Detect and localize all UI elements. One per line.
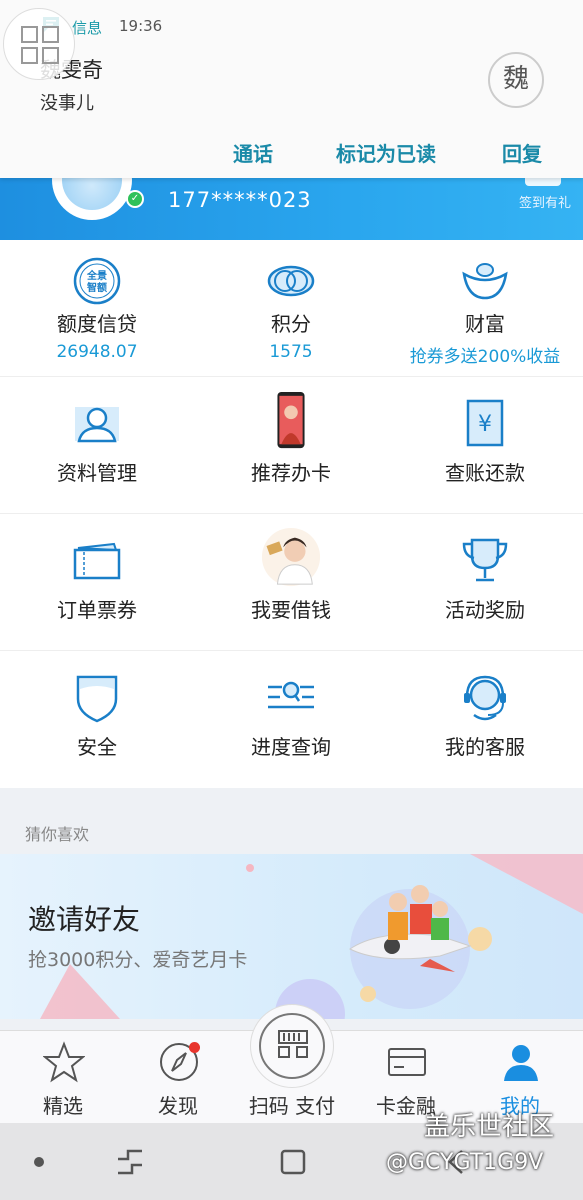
grid-item-progress[interactable]: 进度查询 — [194, 651, 388, 788]
verified-check-icon: ✓ — [126, 190, 144, 208]
person-icon — [504, 1045, 538, 1081]
sign-in-gift-button[interactable]: 签到有礼 — [519, 192, 571, 211]
grid-item-label: 额度信贷 — [57, 312, 137, 336]
person-photo-icon — [261, 527, 321, 587]
headset-icon — [464, 675, 506, 721]
message-notification[interactable]: 信息 19:36 魏雯奇 没事儿 魏 通话 标记为已读 回复 — [0, 0, 583, 178]
banner-subtitle: 抢3000积分、爱奇艺月卡 — [28, 949, 248, 971]
notification-message: 没事儿 — [40, 93, 94, 114]
wealth-promo: 抢券多送200%收益 — [409, 347, 561, 367]
services-row: 全景 智额 额度信贷 26948.07 积分 1575 财富 抢券多送200%收… — [0, 240, 583, 377]
call-action-button[interactable]: 通话 — [233, 138, 273, 167]
credit-value: 26948.07 — [56, 342, 138, 362]
user-profile-icon — [75, 407, 119, 443]
grid-item-label: 活动奖励 — [445, 598, 525, 622]
card-icon — [388, 1048, 426, 1076]
sender-avatar: 魏 — [488, 52, 544, 108]
notification-dot — [189, 1042, 200, 1053]
grid-item-label: 我的客服 — [445, 735, 525, 759]
trophy-icon — [462, 538, 508, 582]
services-grid: 全景 智额 额度信贷 26948.07 积分 1575 财富 抢券多送200%收… — [0, 240, 583, 788]
dot-icon[interactable] — [34, 1157, 44, 1167]
grid-item-bill[interactable]: ¥ 查账还款 — [388, 377, 582, 514]
grid-item-security[interactable]: 安全 — [0, 651, 194, 788]
reply-action-button[interactable]: 回复 — [502, 138, 542, 167]
grid-item-rewards[interactable]: 活动奖励 — [388, 514, 582, 651]
recent-apps-icon[interactable] — [114, 1147, 146, 1177]
grid-item-points[interactable]: 积分 1575 — [194, 240, 388, 377]
grid-item-credit[interactable]: 全景 智额 额度信贷 26948.07 — [0, 240, 194, 377]
notification-app-name: 信息 — [72, 19, 103, 37]
scan-button[interactable] — [250, 1004, 334, 1088]
services-row: 订单票券 我要借钱 活动奖励 — [0, 514, 583, 651]
nav-label: 扫码 支付 — [248, 1094, 336, 1118]
panorama-credit-icon: 全景 智额 — [73, 257, 121, 305]
invite-friends-banner[interactable]: 邀请好友 抢3000积分、爱奇艺月卡 — [0, 854, 583, 1019]
watermark-community: 盖乐世社区 — [424, 1112, 555, 1142]
nav-discover[interactable]: 发现 — [120, 1031, 236, 1124]
grid-item-service[interactable]: 我的客服 — [388, 651, 582, 788]
bill-yen-icon: ¥ — [466, 399, 504, 447]
grid-item-label: 推荐办卡 — [251, 461, 331, 485]
floating-grid-button[interactable] — [3, 8, 75, 80]
services-row: 安全 进度查询 我的客服 — [0, 651, 583, 788]
phone-image-icon — [277, 391, 305, 449]
phone-number: 177*****023 — [168, 188, 312, 212]
grid-item-profile[interactable]: 资料管理 — [0, 377, 194, 514]
notification-time: 19:36 — [119, 17, 163, 35]
grid-item-label: 积分 — [271, 312, 311, 336]
grid-item-label: 订单票券 — [57, 598, 137, 622]
progress-search-icon — [268, 681, 314, 709]
grid-item-label: 资料管理 — [57, 461, 137, 485]
nav-label: 发现 — [158, 1094, 198, 1118]
svg-text:¥: ¥ — [478, 412, 492, 437]
grid-item-borrow[interactable]: 我要借钱 — [194, 514, 388, 651]
grid-item-label: 进度查询 — [251, 735, 331, 759]
grid-item-label: 查账还款 — [445, 461, 525, 485]
grid-item-label: 安全 — [77, 735, 117, 759]
svg-text:全景: 全景 — [86, 269, 107, 282]
shield-icon — [76, 675, 118, 723]
nav-featured[interactable]: 精选 — [5, 1031, 121, 1124]
mark-read-action-button[interactable]: 标记为已读 — [336, 138, 436, 167]
grid-item-orders[interactable]: 订单票券 — [0, 514, 194, 651]
nav-label: 精选 — [43, 1094, 83, 1118]
banner-title: 邀请好友 — [28, 903, 141, 936]
grid-item-label: 财富 — [465, 312, 505, 336]
scan-qr-icon — [278, 1030, 308, 1058]
svg-text:智额: 智额 — [87, 281, 107, 294]
points-rings-icon — [267, 265, 315, 297]
ticket-icon — [73, 542, 121, 580]
grid-item-wealth[interactable]: 财富 抢券多送200%收益 — [388, 240, 582, 377]
watermark-user: @GCYGT1G9V — [386, 1150, 544, 1175]
ingot-icon — [462, 263, 508, 300]
home-icon[interactable] — [278, 1147, 308, 1177]
grid-icon — [21, 26, 59, 64]
grid-item-label: 我要借钱 — [251, 598, 331, 622]
points-value: 1575 — [269, 342, 313, 362]
star-icon — [43, 1041, 85, 1083]
grid-item-recommend-card[interactable]: 推荐办卡 — [194, 377, 388, 514]
services-row: 资料管理 推荐办卡 ¥ 查账还款 — [0, 377, 583, 514]
recommend-section-title: 猜你喜欢 — [25, 825, 90, 844]
